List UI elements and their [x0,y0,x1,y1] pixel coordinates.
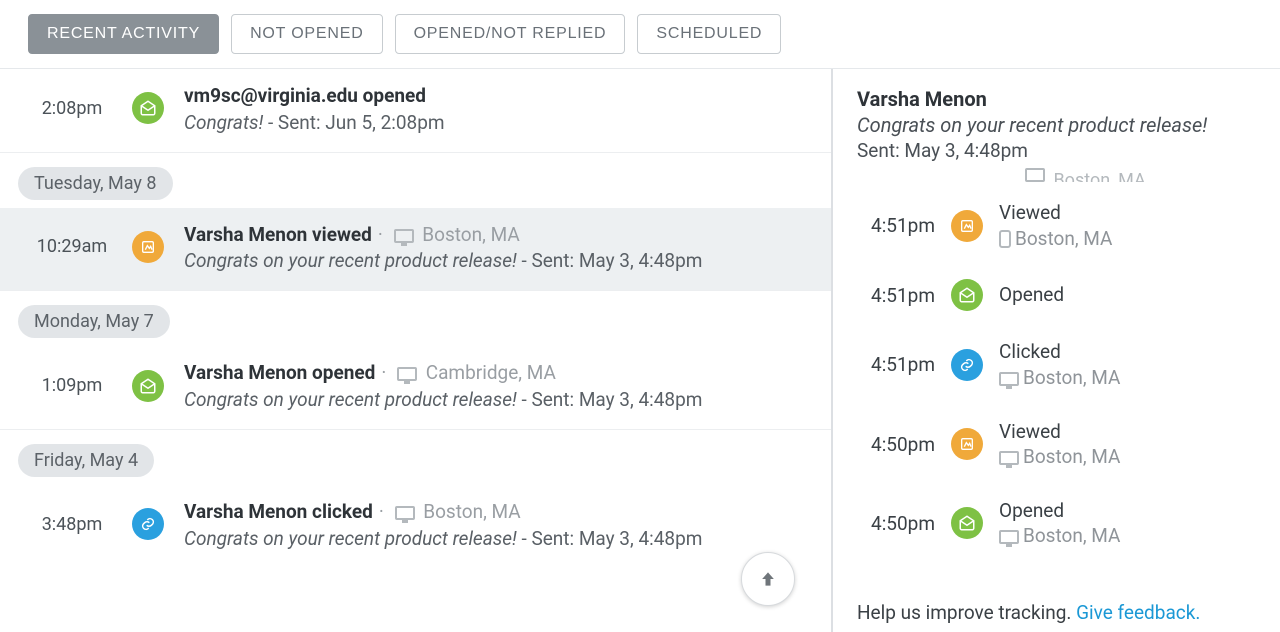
detail-event-time: 4:51pm [857,284,935,307]
envelope-open-icon [951,279,983,311]
link-click-icon [951,349,983,381]
tab-opened-not-replied[interactable]: OPENED/NOT REPLIED [395,14,626,54]
activity-row[interactable]: 10:29am Varsha Menon viewed· Boston, MA … [0,208,831,292]
activity-subline: Congrats! - Sent: Jun 5, 2:08pm [184,111,813,134]
detail-event-row[interactable]: 4:51pm Opened [857,265,1256,325]
detail-event-location: Boston, MA [999,366,1120,389]
detail-event-time: 4:50pm [857,433,935,456]
detail-event-row[interactable]: 4:50pm Viewed Boston, MA [857,405,1256,484]
activity-feed: 2:08pm vm9sc@virginia.edu opened Congrat… [0,69,833,632]
activity-subline: Congrats on your recent product release!… [184,527,813,550]
detail-event-action: Viewed [999,200,1112,226]
desktop-icon [394,229,414,243]
detail-event-row[interactable]: 4:50pm Opened Boston, MA [857,484,1256,563]
detail-subject: Congrats on your recent product release! [857,113,1256,137]
desktop-icon [999,451,1019,465]
detail-event-time: 4:51pm [857,214,935,237]
activity-time: 2:08pm [32,98,112,119]
activity-time: 1:09pm [32,375,112,396]
desktop-icon [397,367,417,381]
detail-cutoff-row: Boston, MA [1025,168,1256,182]
desktop-icon [1025,168,1045,182]
arrow-up-icon [758,569,778,589]
feedback-prompt: Help us improve tracking. Give feedback. [857,601,1200,624]
detail-event-time: 4:50pm [857,512,935,535]
activity-headline: Varsha Menon viewed· Boston, MA [184,222,813,248]
tab-scheduled[interactable]: SCHEDULED [637,14,781,54]
filter-tabs: RECENT ACTIVITY NOT OPENED OPENED/NOT RE… [0,0,1280,69]
detail-event-action: Clicked [999,339,1120,365]
envelope-open-icon [132,370,164,402]
mobile-icon [999,230,1011,248]
detail-sent: Sent: May 3, 4:48pm [857,139,1256,162]
activity-time: 3:48pm [32,514,112,535]
date-separator: Friday, May 4 [18,444,154,477]
envelope-open-icon [132,92,164,124]
activity-headline: Varsha Menon clicked· Boston, MA [184,499,813,525]
detail-panel: Varsha Menon Congrats on your recent pro… [833,69,1280,632]
detail-event-row[interactable]: 4:51pm Clicked Boston, MA [857,325,1256,404]
activity-subline: Congrats on your recent product release!… [184,249,813,272]
document-view-icon [132,231,164,263]
detail-event-action: Viewed [999,419,1120,445]
activity-subline: Congrats on your recent product release!… [184,388,813,411]
detail-event-time: 4:51pm [857,353,935,376]
desktop-icon [999,372,1019,386]
detail-event-location: Boston, MA [999,524,1120,547]
activity-row[interactable]: 1:09pm Varsha Menon opened· Cambridge, M… [0,346,831,430]
date-separator: Monday, May 7 [18,305,170,338]
link-click-icon [132,508,164,540]
activity-time: 10:29am [32,236,112,257]
detail-event-action: Opened [999,282,1064,308]
detail-event-location: Boston, MA [999,227,1112,250]
activity-headline: Varsha Menon opened· Cambridge, MA [184,360,813,386]
scroll-to-top-button[interactable] [741,552,795,606]
tab-recent-activity[interactable]: RECENT ACTIVITY [28,14,219,54]
tab-not-opened[interactable]: NOT OPENED [231,14,383,54]
activity-row[interactable]: 3:48pm Varsha Menon clicked· Boston, MA … [0,485,831,568]
detail-event-action: Opened [999,498,1120,524]
activity-headline: vm9sc@virginia.edu opened [184,83,813,109]
document-view-icon [951,210,983,242]
date-separator: Tuesday, May 8 [18,167,173,200]
detail-event-location: Boston, MA [999,445,1120,468]
detail-event-row[interactable]: 4:51pm Viewed Boston, MA [857,186,1256,265]
desktop-icon [999,530,1019,544]
activity-row[interactable]: 2:08pm vm9sc@virginia.edu opened Congrat… [0,69,831,153]
desktop-icon [395,506,415,520]
detail-contact-name: Varsha Menon [857,87,1256,111]
document-view-icon [951,428,983,460]
envelope-open-icon [951,507,983,539]
give-feedback-link[interactable]: Give feedback. [1076,601,1200,624]
